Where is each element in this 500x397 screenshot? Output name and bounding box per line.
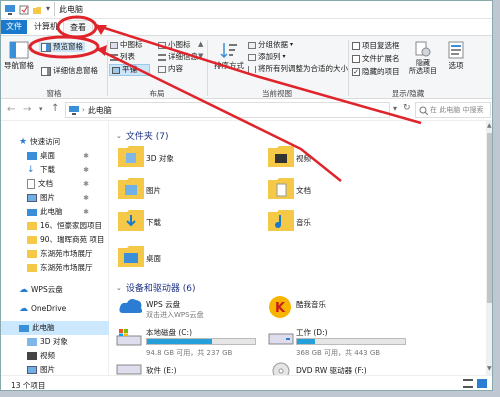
explorer-window: ▾ 此电脑 文件 计算机 查看 导航窗格 预览窗格 详细信息窗格 窗格 中图标 … — [0, 0, 493, 391]
arrow-line-1 — [94, 23, 422, 125]
preview-pane-highlight — [28, 35, 100, 59]
view-tab-highlight — [56, 15, 98, 39]
annotation-overlay — [28, 15, 422, 182]
arrow-line-2 — [96, 47, 342, 182]
